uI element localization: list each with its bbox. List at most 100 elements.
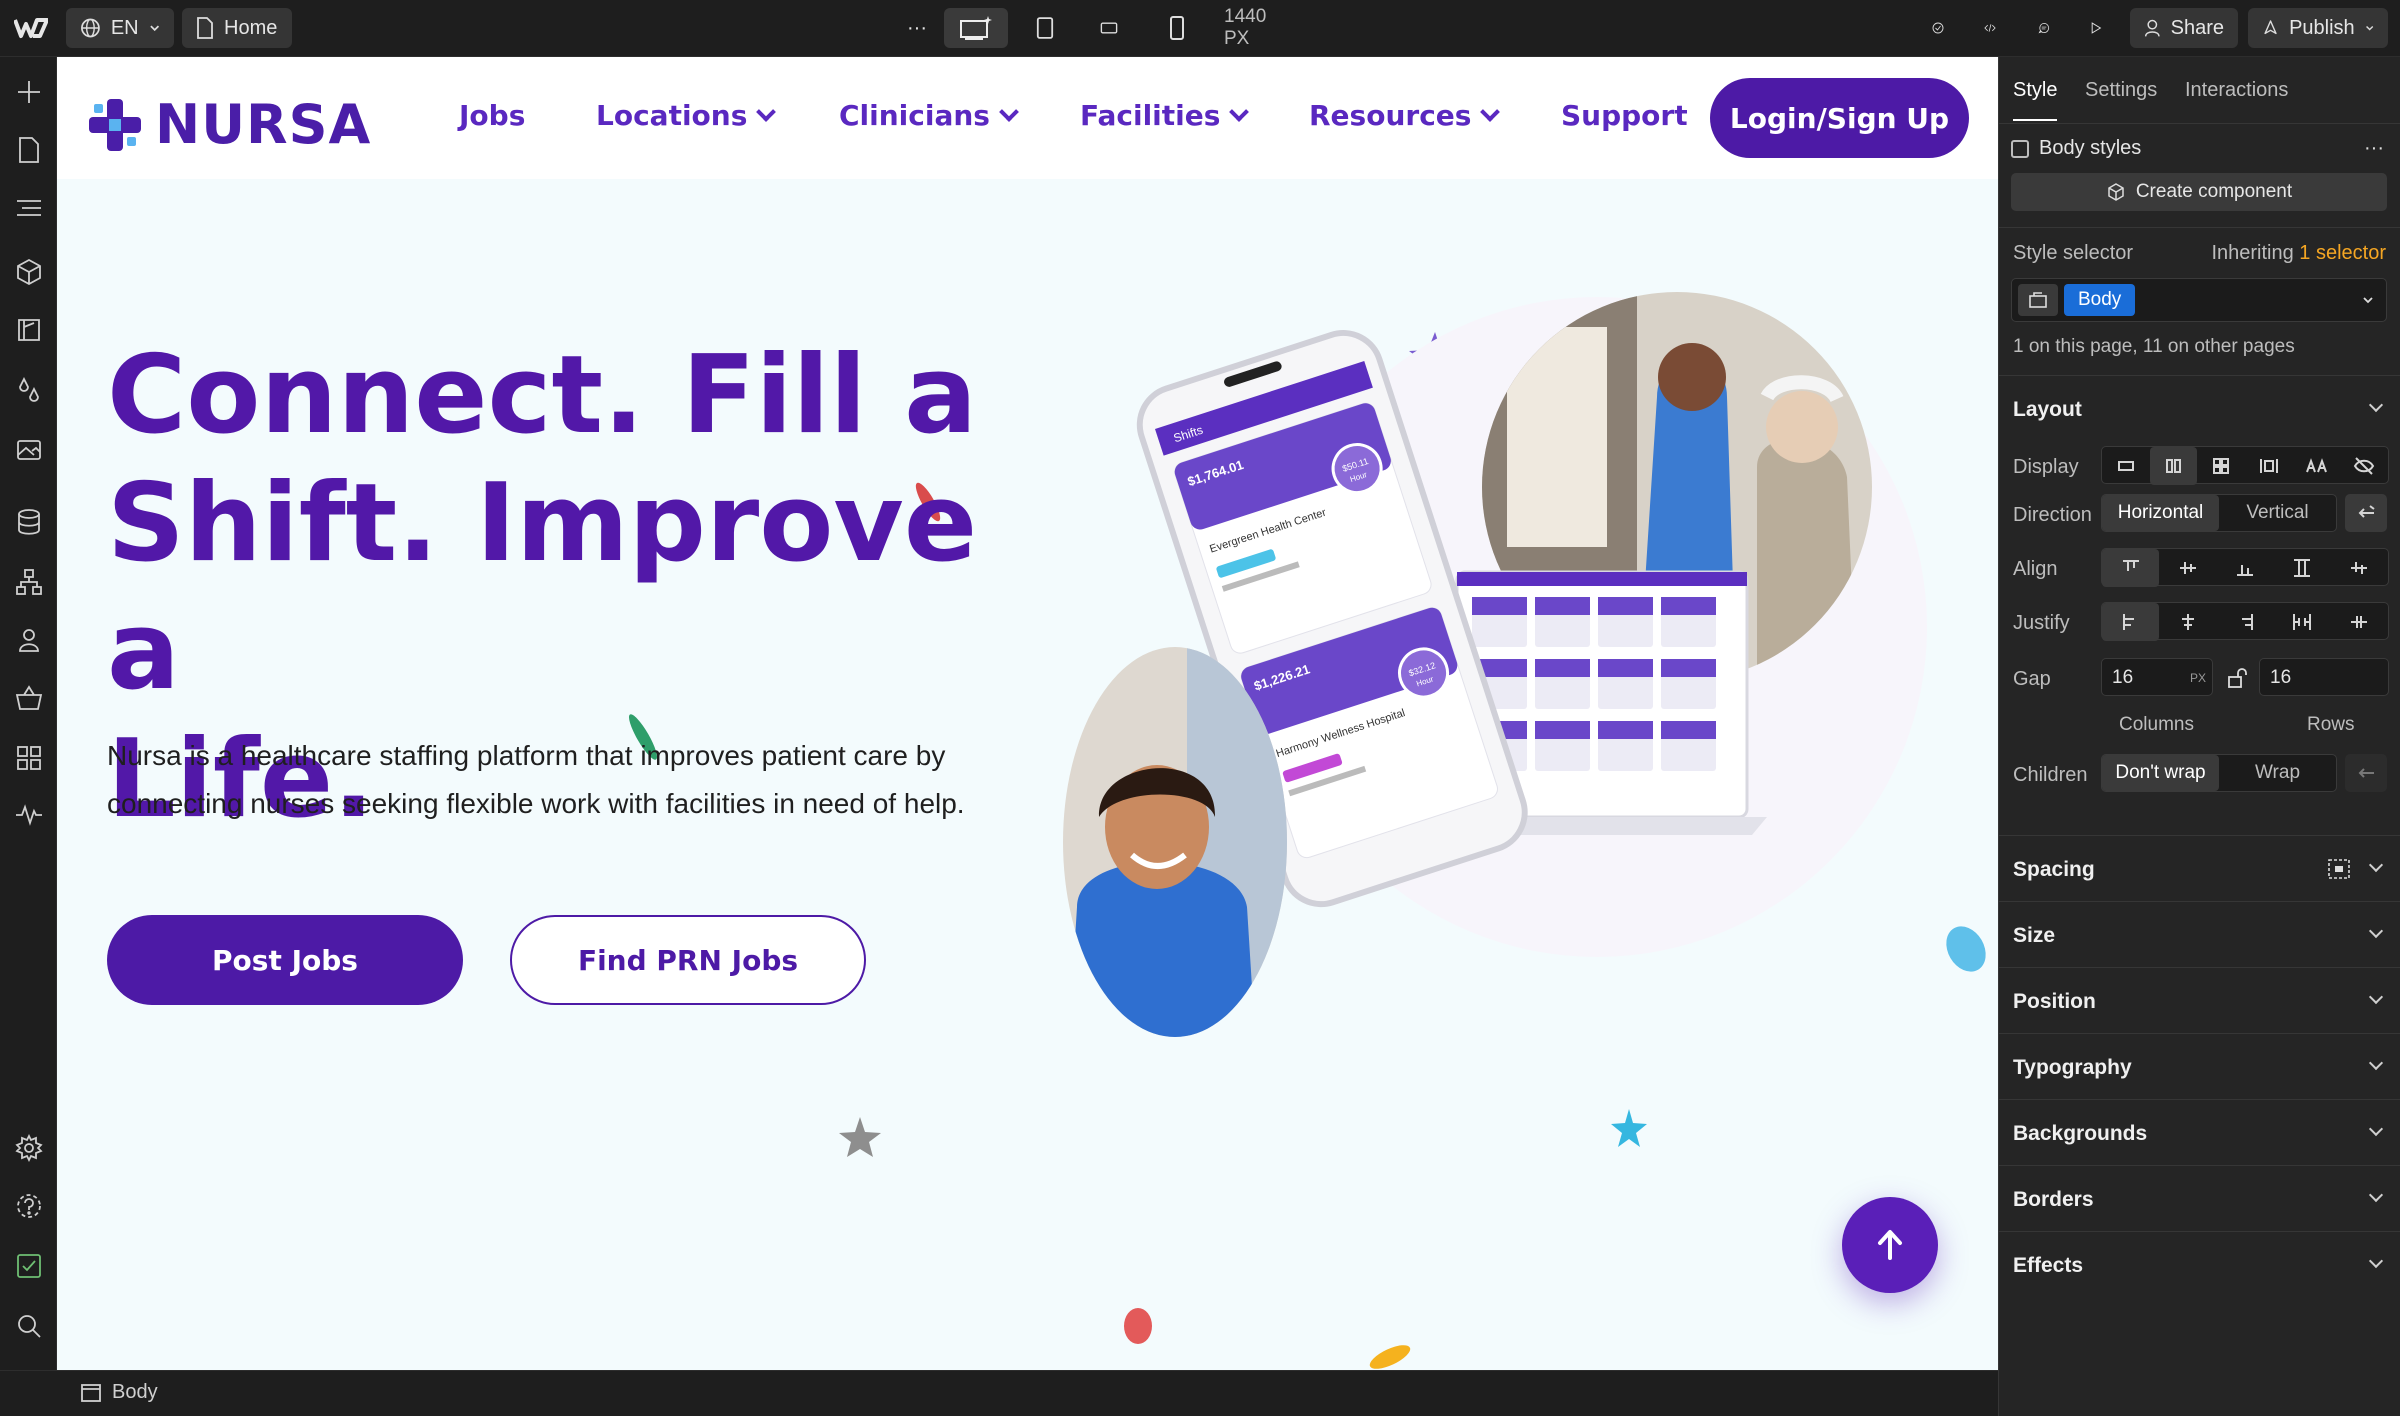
settings-button[interactable] xyxy=(14,1133,44,1163)
apps-icon xyxy=(17,746,41,770)
size-section[interactable]: Size xyxy=(1999,901,2400,967)
insights-button[interactable] xyxy=(14,799,44,829)
tab-style-underline xyxy=(2013,119,2057,121)
justify-space-between-button[interactable] xyxy=(2274,603,2331,641)
children-label: Children xyxy=(2013,764,2088,786)
design-canvas[interactable]: NURSA Jobs Locations Clinicians Faciliti… xyxy=(57,57,1998,1370)
tab-settings[interactable]: Settings xyxy=(2085,79,2157,102)
body-styles-toggle[interactable]: Body styles xyxy=(2011,137,2141,160)
direction-vertical-button[interactable]: Vertical xyxy=(2219,495,2336,531)
display-inline-block-button[interactable] xyxy=(2245,447,2293,485)
gap-lock-button[interactable] xyxy=(2225,666,2249,690)
pages-button[interactable] xyxy=(14,135,44,165)
navigator-button[interactable] xyxy=(14,193,44,223)
effects-section[interactable]: Effects xyxy=(1999,1231,2400,1297)
justify-between-icon xyxy=(2293,614,2312,630)
scroll-to-top-button[interactable] xyxy=(1842,1197,1938,1293)
comments-button[interactable] xyxy=(2024,8,2064,48)
align-end-button[interactable] xyxy=(2216,549,2273,587)
users-button[interactable] xyxy=(14,625,44,655)
gap-columns-caption: Columns xyxy=(2119,714,2194,735)
gap-unit-label: PX xyxy=(2189,671,2206,685)
borders-section[interactable]: Borders xyxy=(1999,1165,2400,1231)
apps-button[interactable] xyxy=(14,743,44,773)
help-button[interactable] xyxy=(14,1191,44,1221)
share-button[interactable]: Share xyxy=(2130,8,2238,48)
code-export-button[interactable] xyxy=(1970,8,2010,48)
display-none-button[interactable] xyxy=(2340,447,2388,485)
confetti-piece xyxy=(1369,1345,1411,1369)
ecommerce-button[interactable] xyxy=(14,683,44,713)
chevron-down-icon xyxy=(2365,25,2373,31)
inheriting-info[interactable]: Inheriting 1 selector xyxy=(2211,242,2386,265)
position-section[interactable]: Position xyxy=(1999,967,2400,1033)
libraries-button[interactable] xyxy=(14,315,44,345)
selector-mode-button[interactable] xyxy=(2018,284,2058,316)
display-grid-button[interactable] xyxy=(2197,447,2245,485)
justify-end-button[interactable] xyxy=(2216,603,2273,641)
direction-horizontal-label: Horizontal xyxy=(2117,502,2204,523)
publish-button[interactable]: Publish xyxy=(2248,8,2388,48)
assets-button[interactable] xyxy=(14,435,44,465)
tab-interactions[interactable]: Interactions xyxy=(2185,79,2288,102)
reverse-direction-button[interactable] xyxy=(2345,494,2387,532)
tablet-breakpoint-button[interactable] xyxy=(1022,8,1068,48)
spacing-section[interactable]: Spacing xyxy=(1999,835,2400,901)
mobile-landscape-breakpoint-button[interactable] xyxy=(1086,8,1132,48)
align-center-button[interactable] xyxy=(2159,549,2216,587)
library-icon xyxy=(18,319,40,341)
gap-rows-input[interactable]: 16 xyxy=(2259,658,2389,696)
gap-columns-input[interactable]: 16 PX xyxy=(2101,658,2213,696)
cms-button[interactable] xyxy=(14,507,44,537)
page-selector[interactable]: Home xyxy=(182,8,292,48)
logic-button[interactable] xyxy=(14,567,44,597)
tab-style[interactable]: Style xyxy=(2013,79,2057,102)
reverse-wrap-button[interactable] xyxy=(2345,754,2387,792)
align-stretch-button[interactable] xyxy=(2274,549,2331,587)
align-start-icon xyxy=(2122,560,2139,571)
breadcrumb-body[interactable]: Body xyxy=(80,1381,158,1404)
wrap-button[interactable]: Wrap xyxy=(2219,755,2336,791)
display-options xyxy=(2101,446,2389,485)
webflow-logo[interactable] xyxy=(13,16,49,40)
preview-button[interactable] xyxy=(2076,8,2116,48)
align-baseline-button[interactable] xyxy=(2331,549,2388,587)
help-icon xyxy=(17,1194,41,1218)
desktop-breakpoint-button[interactable] xyxy=(944,8,1008,48)
canvas-width-label: 1440 PX xyxy=(1224,6,1267,49)
align-label: Align xyxy=(2013,558,2058,580)
create-component-button[interactable]: Create component xyxy=(2011,173,2387,211)
add-elements-button[interactable] xyxy=(14,77,44,107)
align-start-button[interactable] xyxy=(2102,549,2160,587)
variables-button[interactable] xyxy=(14,375,44,405)
post-jobs-button[interactable]: Post Jobs xyxy=(107,915,463,1005)
chevron-down-icon[interactable] xyxy=(2368,397,2384,413)
more-options-button[interactable]: ··· xyxy=(2364,137,2384,160)
align-center-icon xyxy=(2179,562,2196,574)
audit-panel-button[interactable] xyxy=(14,1251,44,1281)
justify-center-button[interactable] xyxy=(2159,603,2216,641)
navigator-icon xyxy=(17,200,41,216)
justify-space-around-button[interactable] xyxy=(2331,603,2388,641)
find-prn-jobs-button[interactable]: Find PRN Jobs xyxy=(510,915,866,1005)
direction-horizontal-button[interactable]: Horizontal xyxy=(2102,495,2219,531)
backgrounds-section[interactable]: Backgrounds xyxy=(1999,1099,2400,1165)
chevron-down-icon xyxy=(2368,1055,2384,1071)
search-button[interactable] xyxy=(14,1311,44,1341)
components-button[interactable] xyxy=(14,257,44,287)
mobile-portrait-breakpoint-button[interactable] xyxy=(1154,8,1200,48)
display-flex-button[interactable] xyxy=(2149,447,2198,485)
audit-button[interactable] xyxy=(1918,8,1958,48)
selector-tag-body[interactable]: Body xyxy=(2064,284,2136,316)
style-selector-label: Style selector xyxy=(2013,242,2134,264)
dont-wrap-button[interactable]: Don't wrap xyxy=(2102,755,2219,791)
display-block-button[interactable] xyxy=(2102,447,2150,485)
pulse-icon xyxy=(16,804,42,826)
locale-selector[interactable]: EN xyxy=(66,8,174,48)
layout-section-title[interactable]: Layout xyxy=(2013,398,2082,422)
selector-field[interactable]: Body xyxy=(2011,278,2387,322)
more-menu-button[interactable]: ··· xyxy=(894,8,940,48)
display-inline-button[interactable] xyxy=(2293,447,2341,485)
justify-start-button[interactable] xyxy=(2102,603,2160,641)
typography-section[interactable]: Typography xyxy=(1999,1033,2400,1099)
